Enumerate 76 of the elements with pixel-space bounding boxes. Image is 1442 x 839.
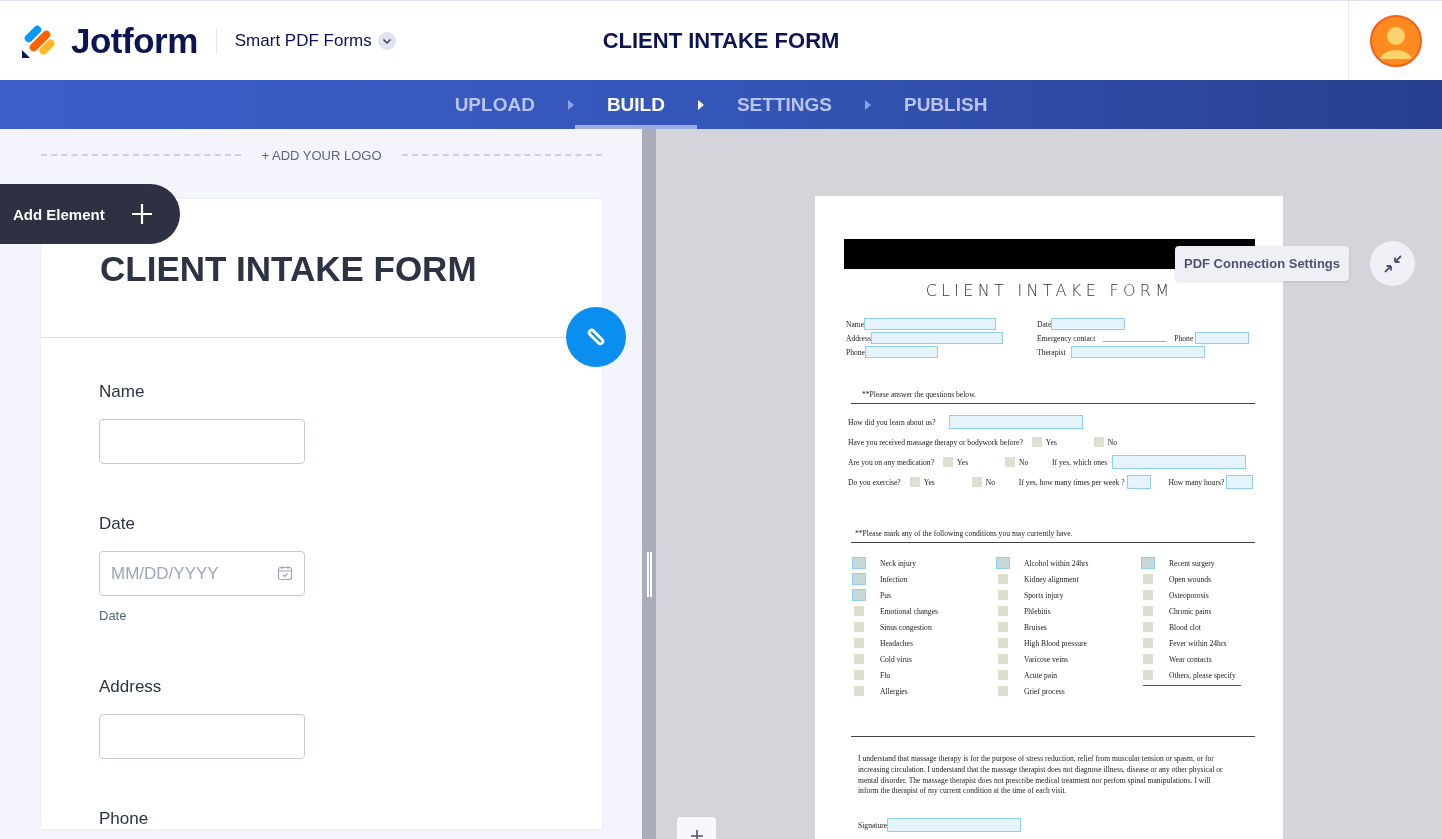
pdf-checkbox[interactable] (998, 590, 1008, 600)
pdf-checkbox[interactable] (1093, 437, 1104, 447)
pdf-field[interactable] (1051, 318, 1126, 330)
pdf-checkbox[interactable] (998, 574, 1008, 584)
add-page-button[interactable] (677, 817, 716, 839)
form-title: CLIENT INTAKE FORM (602, 27, 840, 54)
pdf-checkbox[interactable] (909, 477, 920, 487)
pdf-field[interactable] (1070, 346, 1205, 358)
pdf-checkbox[interactable] (852, 557, 866, 569)
tooltip: PDF Connection Settings (1175, 246, 1349, 281)
step-tab[interactable]: UPLOAD (422, 80, 567, 129)
collapse-icon (1382, 253, 1403, 274)
date-field[interactable]: MM/DD/YYYY (99, 551, 305, 596)
plus-icon (689, 829, 704, 839)
document-title: CLIENT INTAKE FORM (924, 283, 1175, 299)
pdf-checkbox[interactable] (1143, 606, 1153, 616)
chevron-icon (566, 99, 575, 110)
step-tab[interactable]: PUBLISH (871, 80, 1020, 129)
add-element-button[interactable]: Add Element (0, 184, 180, 244)
pdf-checkbox[interactable] (852, 589, 866, 601)
pdf-field[interactable] (870, 332, 1003, 344)
pdf-field[interactable] (1126, 475, 1151, 489)
text-field[interactable] (99, 714, 305, 759)
pdf-checkbox[interactable] (998, 622, 1008, 632)
pdf-field[interactable] (887, 818, 1022, 833)
pdf-checkbox[interactable] (998, 654, 1008, 664)
pdf-checkbox[interactable] (971, 477, 982, 487)
pdf-field[interactable] (864, 318, 997, 330)
field-label: Date (99, 514, 136, 534)
field-sublabel: Date (99, 608, 128, 623)
pdf-field[interactable] (1195, 332, 1250, 344)
pdf-field[interactable] (1226, 475, 1254, 489)
calendar-icon[interactable] (277, 565, 293, 581)
pdf-checkbox[interactable] (998, 606, 1008, 616)
pdf-checkbox[interactable] (996, 557, 1010, 569)
pdf-checkbox[interactable] (1031, 437, 1042, 447)
pdf-checkbox[interactable] (854, 670, 864, 680)
pdf-field[interactable] (865, 346, 938, 358)
chevron-icon (863, 99, 872, 110)
pdf-field[interactable] (948, 415, 1083, 429)
pdf-checkbox[interactable] (1143, 590, 1153, 600)
pdf-checkbox[interactable] (1141, 557, 1155, 569)
collapse-button[interactable] (1370, 241, 1415, 286)
logo-text: Jotform (71, 20, 198, 61)
drag-handle[interactable] (646, 552, 652, 597)
pdf-checkbox[interactable] (1143, 622, 1153, 632)
wand-button[interactable] (566, 307, 626, 367)
pdf-checkbox[interactable] (998, 638, 1008, 648)
plus-icon (130, 203, 153, 225)
pdf-checkbox[interactable] (1143, 670, 1153, 680)
field-label: Phone (99, 809, 150, 829)
pdf-checkbox[interactable] (998, 670, 1008, 680)
pdf-checkbox[interactable] (943, 457, 954, 467)
logo-icon[interactable] (22, 23, 56, 58)
pdf-checkbox[interactable] (854, 622, 864, 632)
chevron-icon (696, 99, 705, 110)
pdf-checkbox[interactable] (1143, 638, 1153, 648)
text-field[interactable] (99, 419, 305, 464)
pdf-field[interactable] (1112, 455, 1247, 469)
field-label: Address (99, 677, 163, 697)
pdf-checkbox[interactable] (854, 606, 864, 616)
step-tab[interactable]: SETTINGS (704, 80, 864, 129)
pdf-checkbox[interactable] (1005, 457, 1016, 467)
pdf-checkbox[interactable] (852, 573, 866, 585)
add-logo-link[interactable]: + ADD YOUR LOGO (241, 147, 402, 163)
pdf-checkbox[interactable] (1143, 574, 1153, 584)
blank-line (1103, 341, 1167, 342)
product-name: Smart PDF Forms (234, 30, 372, 51)
pdf-checkbox[interactable] (1143, 654, 1153, 664)
pdf-checkbox[interactable] (854, 654, 864, 664)
avatar[interactable] (1369, 14, 1422, 67)
pdf-checkbox[interactable] (854, 686, 864, 696)
field-label: Name (99, 382, 146, 402)
pdf-checkbox[interactable] (998, 686, 1008, 696)
pdf-checkbox[interactable] (854, 638, 864, 648)
dropdown-icon[interactable] (377, 31, 396, 50)
